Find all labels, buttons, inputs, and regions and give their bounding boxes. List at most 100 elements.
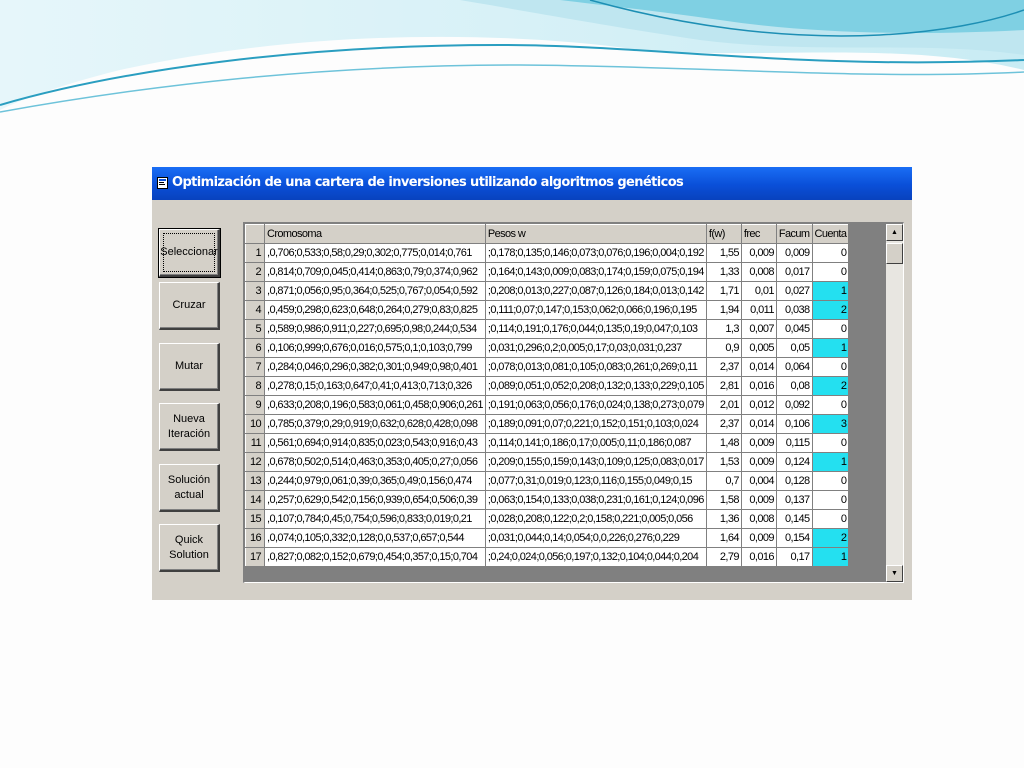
pesos-cell[interactable]: ;0,178;0,135;0,146;0,073;0,076;0,196;0,0… xyxy=(484,243,707,263)
cuenta-header[interactable]: Cuenta xyxy=(811,224,850,244)
pesos-cell[interactable]: ;0,191;0,063;0,056;0,176;0,024;0,138;0,2… xyxy=(484,395,707,415)
frec-cell[interactable]: 0,008 xyxy=(740,509,777,529)
fw-cell[interactable]: 1,48 xyxy=(705,433,742,453)
frec-cell[interactable]: 0,009 xyxy=(740,433,777,453)
row-number[interactable]: 15 xyxy=(245,509,265,529)
fw-cell[interactable]: 2,79 xyxy=(705,547,742,567)
frec-cell[interactable]: 0,008 xyxy=(740,262,777,282)
facum-cell[interactable]: 0,17 xyxy=(775,547,813,567)
table-row[interactable]: 7,0,284;0,046;0,296;0,382;0,301;0,949;0,… xyxy=(245,357,850,377)
fw-cell[interactable]: 2,37 xyxy=(705,357,742,377)
fw-cell[interactable]: 2,01 xyxy=(705,395,742,415)
table-row[interactable]: 2,0,814;0,709;0,045;0,414;0,863;0,79;0,3… xyxy=(245,262,850,282)
table-row[interactable]: 13,0,244;0,979;0,061;0,39;0,365;0,49;0,1… xyxy=(245,471,850,491)
cuenta-cell[interactable]: 0 xyxy=(811,433,850,453)
row-number-header[interactable] xyxy=(245,224,265,244)
cuenta-cell[interactable]: 0 xyxy=(811,509,850,529)
cuenta-cell[interactable]: 0 xyxy=(811,357,850,377)
pesos-cell[interactable]: ;0,111;0,07;0,147;0,153;0,062;0,066;0,19… xyxy=(484,300,707,320)
cuenta-cell[interactable]: 3 xyxy=(811,414,850,434)
pesos-header[interactable]: Pesos w xyxy=(484,224,707,244)
pesos-cell[interactable]: ;0,209;0,155;0,159;0,143;0,109;0,125;0,0… xyxy=(484,452,707,472)
row-number[interactable]: 7 xyxy=(245,357,265,377)
scroll-thumb[interactable] xyxy=(886,243,903,264)
cromosoma-cell[interactable]: ,0,633;0,208;0,196;0,583;0,061;0,458;0,9… xyxy=(264,395,486,415)
cromosoma-cell[interactable]: ,0,678;0,502;0,514;0,463;0,353;0,405;0,2… xyxy=(264,452,486,472)
table-row[interactable]: 6,0,106;0,999;0,676;0,016;0,575;0,1;0,10… xyxy=(245,338,850,358)
facum-cell[interactable]: 0,009 xyxy=(775,243,813,263)
fw-cell[interactable]: 1,3 xyxy=(705,319,742,339)
cuenta-cell[interactable]: 1 xyxy=(811,338,850,358)
row-number[interactable]: 4 xyxy=(245,300,265,320)
cromosoma-cell[interactable]: ,0,459;0,298;0,623;0,648;0,264;0,279;0,8… xyxy=(264,300,486,320)
facum-cell[interactable]: 0,092 xyxy=(775,395,813,415)
cuenta-cell[interactable]: 1 xyxy=(811,281,850,301)
window-titlebar[interactable]: Optimización de una cartera de inversion… xyxy=(152,167,912,200)
table-row[interactable]: 14,0,257;0,629;0,542;0,156;0,939;0,654;0… xyxy=(245,490,850,510)
frec-cell[interactable]: 0,016 xyxy=(740,376,777,396)
scroll-up-arrow-icon[interactable]: ▲ xyxy=(886,224,903,241)
facum-header[interactable]: Facum xyxy=(775,224,813,244)
table-row[interactable]: 5,0,589;0,986;0,911;0,227;0,695;0,98;0,2… xyxy=(245,319,850,339)
table-row[interactable]: 17,0,827;0,082;0,152;0,679;0,454;0,357;0… xyxy=(245,547,850,567)
frec-cell[interactable]: 0,011 xyxy=(740,300,777,320)
row-number[interactable]: 11 xyxy=(245,433,265,453)
facum-cell[interactable]: 0,017 xyxy=(775,262,813,282)
fw-cell[interactable]: 0,9 xyxy=(705,338,742,358)
mutar-button[interactable]: Mutar xyxy=(159,343,220,391)
table-row[interactable]: 16,0,074;0,105;0,332;0,128;0,0,537;0,657… xyxy=(245,528,850,548)
pesos-cell[interactable]: ;0,028;0,208;0,122;0,2;0,158;0,221;0,005… xyxy=(484,509,707,529)
row-number[interactable]: 6 xyxy=(245,338,265,358)
cuenta-cell[interactable]: 2 xyxy=(811,376,850,396)
frec-cell[interactable]: 0,007 xyxy=(740,319,777,339)
frec-cell[interactable]: 0,012 xyxy=(740,395,777,415)
cromosoma-cell[interactable]: ,0,561;0,694;0,914;0,835;0,023;0,543;0,9… xyxy=(264,433,486,453)
cromosoma-cell[interactable]: ,0,284;0,046;0,296;0,382;0,301;0,949;0,9… xyxy=(264,357,486,377)
facum-cell[interactable]: 0,045 xyxy=(775,319,813,339)
seleccionar-button[interactable]: Seleccionar xyxy=(158,228,221,278)
frec-cell[interactable]: 0,009 xyxy=(740,528,777,548)
pesos-cell[interactable]: ;0,078;0,013;0,081;0,105;0,083;0,261;0,2… xyxy=(484,357,707,377)
table-row[interactable]: 11,0,561;0,694;0,914;0,835;0,023;0,543;0… xyxy=(245,433,850,453)
cromosoma-cell[interactable]: ,0,107;0,784;0,45;0,754;0,596;0,833;0,01… xyxy=(264,509,486,529)
row-number[interactable]: 10 xyxy=(245,414,265,434)
scroll-down-arrow-icon[interactable]: ▼ xyxy=(886,565,903,582)
pesos-cell[interactable]: ;0,164;0,143;0,009;0,083;0,174;0,159;0,0… xyxy=(484,262,707,282)
fw-cell[interactable]: 0,7 xyxy=(705,471,742,491)
pesos-cell[interactable]: ;0,089;0,051;0,052;0,208;0,132;0,133;0,2… xyxy=(484,376,707,396)
row-number[interactable]: 5 xyxy=(245,319,265,339)
cuenta-cell[interactable]: 2 xyxy=(811,528,850,548)
table-row[interactable]: 1,0,706;0,533;0,58;0,29;0,302;0,775;0,01… xyxy=(245,243,850,263)
cuenta-cell[interactable]: 0 xyxy=(811,471,850,491)
pesos-cell[interactable]: ;0,031;0,296;0,2;0,005;0,17;0,03;0,031;0… xyxy=(484,338,707,358)
solucion-actual-button[interactable]: Solución actual xyxy=(159,464,220,512)
fw-cell[interactable]: 1,33 xyxy=(705,262,742,282)
frec-cell[interactable]: 0,009 xyxy=(740,452,777,472)
fw-cell[interactable]: 1,71 xyxy=(705,281,742,301)
pesos-cell[interactable]: ;0,063;0,154;0,133;0,038;0,231;0,161;0,1… xyxy=(484,490,707,510)
pesos-cell[interactable]: ;0,077;0,31;0,019;0,123;0,116;0,155;0,04… xyxy=(484,471,707,491)
row-number[interactable]: 1 xyxy=(245,243,265,263)
cromosoma-header[interactable]: Cromosoma xyxy=(264,224,486,244)
table-row[interactable]: 12,0,678;0,502;0,514;0,463;0,353;0,405;0… xyxy=(245,452,850,472)
cuenta-cell[interactable]: 0 xyxy=(811,319,850,339)
facum-cell[interactable]: 0,05 xyxy=(775,338,813,358)
cromosoma-cell[interactable]: ,0,814;0,709;0,045;0,414;0,863;0,79;0,37… xyxy=(264,262,486,282)
facum-cell[interactable]: 0,106 xyxy=(775,414,813,434)
table-row[interactable]: 15,0,107;0,784;0,45;0,754;0,596;0,833;0,… xyxy=(245,509,850,529)
cromosoma-cell[interactable]: ,0,589;0,986;0,911;0,227;0,695;0,98;0,24… xyxy=(264,319,486,339)
facum-cell[interactable]: 0,124 xyxy=(775,452,813,472)
cromosoma-cell[interactable]: ,0,244;0,979;0,061;0,39;0,365;0,49;0,156… xyxy=(264,471,486,491)
pesos-cell[interactable]: ;0,189;0,091;0,07;0,221;0,152;0,151;0,10… xyxy=(484,414,707,434)
table-row[interactable]: 8,0,278;0,15;0,163;0,647;0,41;0,413;0,71… xyxy=(245,376,850,396)
cuenta-cell[interactable]: 2 xyxy=(811,300,850,320)
facum-cell[interactable]: 0,115 xyxy=(775,433,813,453)
data-grid[interactable]: Cromosoma Pesos w f(w) frec Facum Cuenta 1,0,… xyxy=(243,222,904,583)
fw-cell[interactable]: 2,37 xyxy=(705,414,742,434)
vertical-scrollbar[interactable]: ▲ ▼ xyxy=(886,224,903,582)
pesos-cell[interactable]: ;0,031;0,044;0,14;0,054;0,0,226;0,276;0,… xyxy=(484,528,707,548)
facum-cell[interactable]: 0,064 xyxy=(775,357,813,377)
fw-cell[interactable]: 1,94 xyxy=(705,300,742,320)
cromosoma-cell[interactable]: ,0,871;0,056;0,95;0,364;0,525;0,767;0,05… xyxy=(264,281,486,301)
row-number[interactable]: 2 xyxy=(245,262,265,282)
